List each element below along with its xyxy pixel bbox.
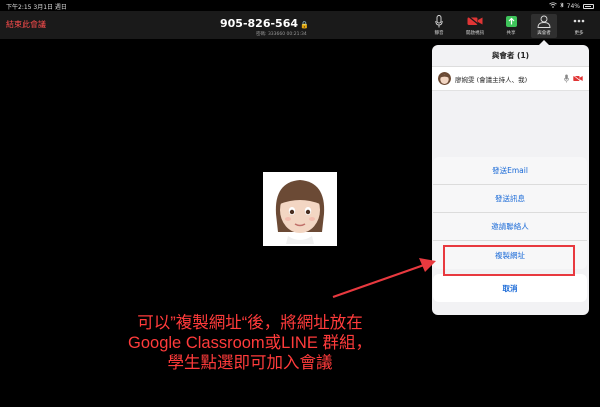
microphone-icon xyxy=(426,14,452,28)
participant-mini-avatar xyxy=(438,72,451,85)
end-meeting-button[interactable]: 結束此會議 xyxy=(6,19,46,30)
participants-label: 與會者 xyxy=(537,31,551,36)
caption-line-3: 學生點選即可加入會議 xyxy=(167,354,333,372)
memoji-avatar-icon xyxy=(275,180,325,244)
battery-icon xyxy=(583,3,594,9)
send-message-option[interactable]: 發送訊息 xyxy=(433,185,587,213)
share-button[interactable]: 共享 xyxy=(498,14,524,38)
invite-action-sheet: 發送Email 發送訊息 邀請聯絡人 複製網址 取消 xyxy=(433,157,587,302)
start-video-button[interactable]: 開啟視訊 xyxy=(462,14,488,38)
participants-button[interactable]: 與會者 xyxy=(531,14,557,38)
status-right-group: 74% xyxy=(548,2,594,10)
participant-status-icons xyxy=(564,74,583,83)
participants-icon xyxy=(531,14,557,28)
more-label: 更多 xyxy=(574,31,584,36)
start-video-label: 開啟視訊 xyxy=(466,31,484,36)
mute-button-label: 靜音 xyxy=(434,31,444,36)
share-icon xyxy=(498,14,524,28)
caption-line-1: 可以”複製網址“後，將網址放在 xyxy=(137,314,363,332)
participant-avatar xyxy=(263,172,337,246)
status-time-date: 下午2:15 3月1日 週日 xyxy=(6,4,67,11)
meeting-id-text: 905-826-564 xyxy=(220,17,299,30)
more-button[interactable]: 更多 xyxy=(566,14,592,38)
mute-button[interactable]: 靜音 xyxy=(426,14,452,38)
video-off-icon xyxy=(462,14,488,28)
participant-name: 廖婉雯 (會議主持人、我) xyxy=(455,75,528,84)
participants-panel-title: 與會者 (1) xyxy=(432,45,589,67)
participant-row[interactable]: 廖婉雯 (會議主持人、我) xyxy=(432,67,589,91)
share-label: 共享 xyxy=(506,31,516,36)
cancel-button[interactable]: 取消 xyxy=(433,274,587,302)
battery-percent: 74% xyxy=(566,2,580,10)
meeting-subinfo: 密碼: 333660 00:21:34 xyxy=(256,32,307,37)
lock-icon: 🔒 xyxy=(300,21,309,29)
meeting-toolbar: 結束此會議 905-826-564 🔒 密碼: 333660 00:21:34 靜… xyxy=(0,11,600,39)
annotation-caption: 可以”複製網址“後，將網址放在 Google Classroom或LINE 群組… xyxy=(70,313,430,373)
participant-video-off-icon xyxy=(573,75,583,82)
send-email-option[interactable]: 發送Email xyxy=(433,157,587,185)
invite-contacts-option[interactable]: 邀請聯絡人 xyxy=(433,213,587,241)
caption-line-2: Google Classroom或LINE 群組， xyxy=(128,334,372,352)
status-bar: 下午2:15 3月1日 週日 74% xyxy=(0,0,600,11)
participant-mic-icon xyxy=(564,74,569,83)
meeting-id-title: 905-826-564 🔒 xyxy=(220,17,309,30)
copy-url-highlight-box xyxy=(443,245,575,276)
more-icon xyxy=(566,14,592,28)
wifi-icon xyxy=(548,2,557,10)
bluetooth-icon xyxy=(559,2,564,10)
